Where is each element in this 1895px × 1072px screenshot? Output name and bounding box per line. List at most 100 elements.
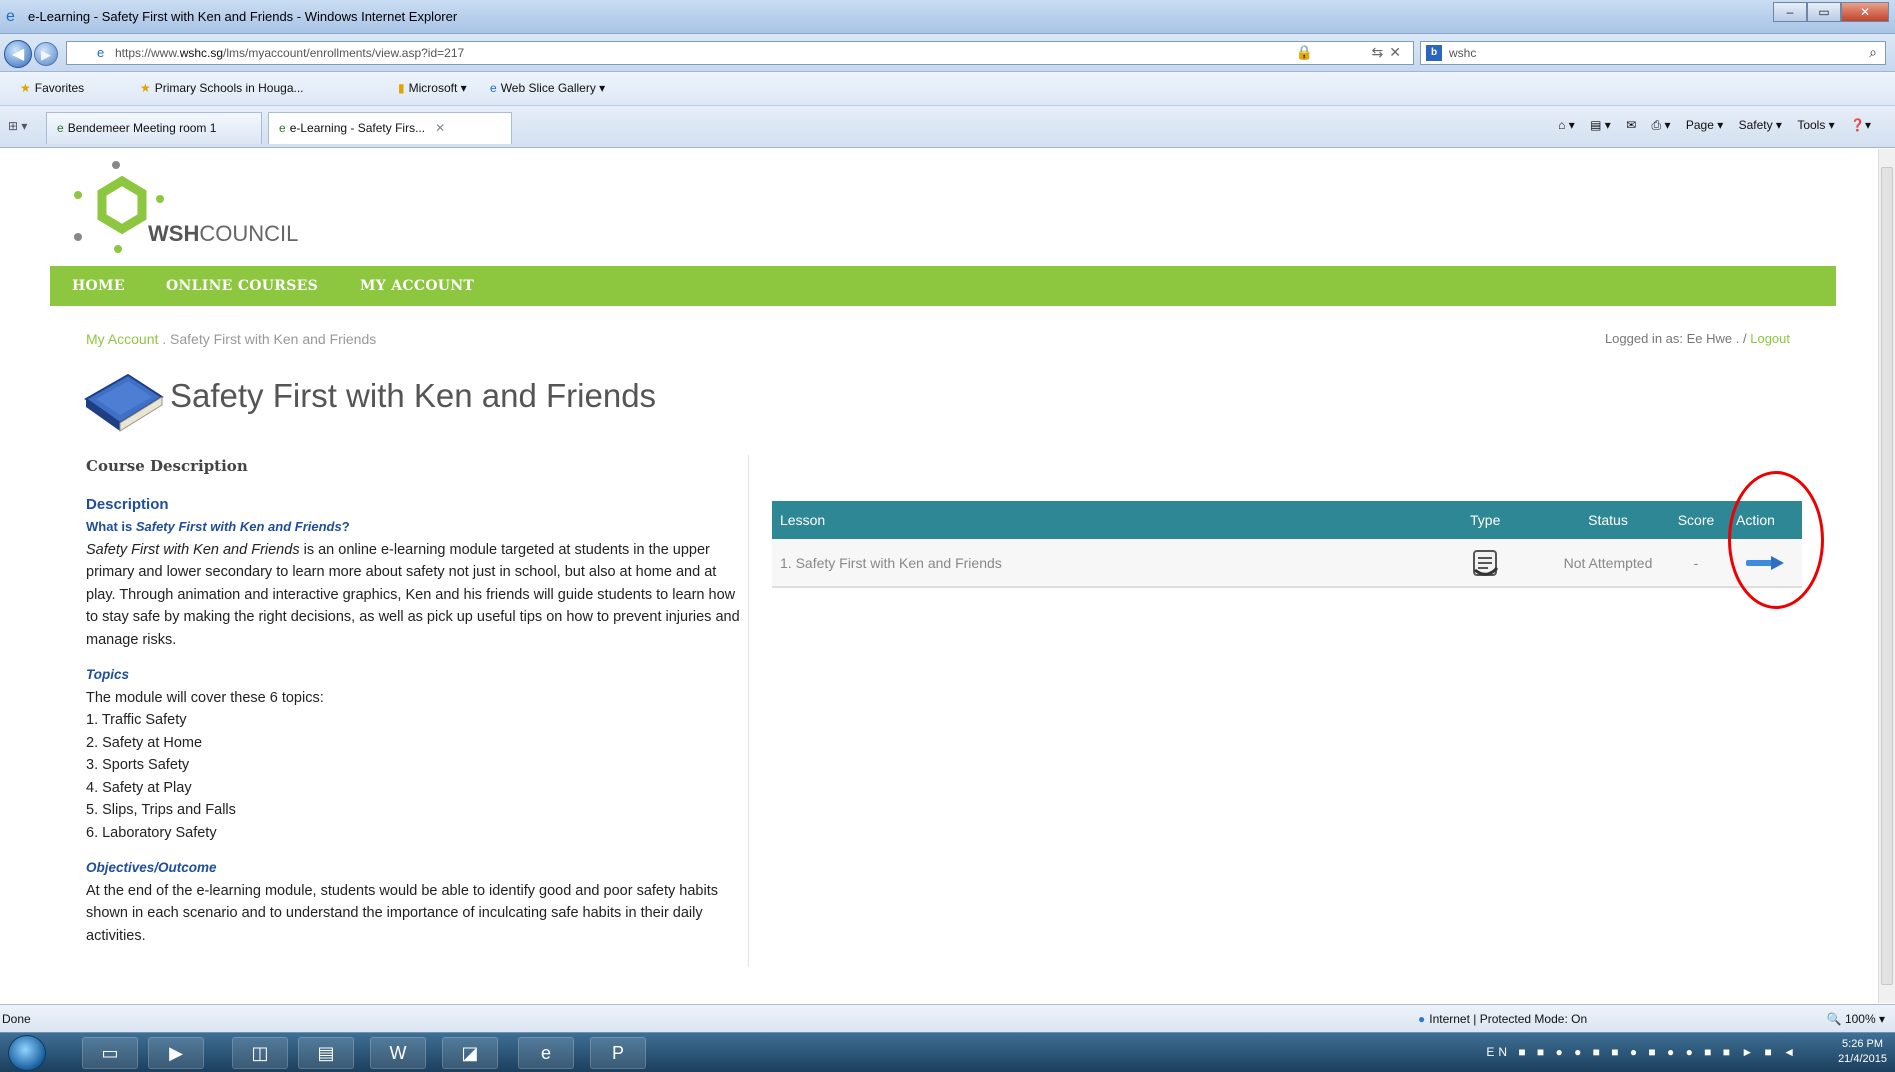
description-intro: Safety First with Ken and Friends is an … [86,541,740,648]
ie-taskbar-icon[interactable]: e [518,1037,574,1069]
header-type: Type [1462,501,1552,539]
course-description-title: Course Description [86,457,248,475]
logo-text: WSHCOUNCIL [148,221,299,246]
minimize-button[interactable]: – [1773,2,1807,22]
vertical-scrollbar[interactable] [1878,149,1895,1003]
nav-online-courses[interactable]: ONLINE COURSES [166,278,318,294]
address-tools-icons[interactable]: ⇆✕ [1372,44,1407,61]
search-box[interactable]: b wshc ⌕ [1420,41,1886,65]
tab-page-icon: e [57,121,64,135]
folder-icon: ▮ [398,81,405,95]
help-icon[interactable]: ❓▾ [1850,118,1871,132]
header-status: Status [1552,501,1664,539]
powerpoint-taskbar-icon[interactable]: P [590,1037,646,1069]
favorites-item-2[interactable]: ▮ Microsoft ▾ [398,81,467,95]
objectives-heading: Objectives/Outcome [86,860,217,875]
lesson-name: 1. Safety First with Ken and Friends [772,539,1462,588]
breadcrumb: My Account . Safety First with Ken and F… [86,331,377,347]
clock[interactable]: 5:26 PM 21/4/2015 [1838,1037,1887,1067]
tab-elearning[interactable]: e e-Learning - Safety Firs... ✕ [268,112,512,144]
back-button[interactable]: ◀ [4,40,32,68]
header-score: Score [1664,501,1728,539]
topics-heading: Topics [86,667,130,682]
lesson-score: - [1664,539,1728,588]
status-bar: Done ● Internet | Protected Mode: On 🔍 10… [0,1004,1895,1032]
page-icon: e [97,45,105,60]
favorites-bar: ★ Favorites ★ Primary Schools in Houga... … [0,72,1895,106]
app-taskbar-icon[interactable]: ◫ [232,1037,288,1069]
logout-link[interactable]: Logout [1750,331,1790,346]
favorites-item-1[interactable]: ★ Primary Schools in Houga... [140,81,304,95]
globe-icon: ● [1418,1012,1426,1026]
search-provider-icon: b [1426,45,1442,61]
highlight-circle [1728,471,1824,609]
course-description: Course Description Description What is S… [86,455,746,947]
page-title: Safety First with Ken and Friends [170,377,657,414]
explorer-taskbar-icon[interactable]: ▭ [82,1037,138,1069]
forward-button[interactable]: ▶ [34,42,58,66]
taskbar: ▭ ▶ ◫ ▤ W ◪ e P EN ■ ■ ● ● ■ ■ ● ■ ● ● ■… [0,1032,1895,1072]
breadcrumb-my-account[interactable]: My Account [86,331,158,347]
status-text: Done [2,1012,31,1026]
logged-in-info: Logged in as: Ee Hwe . / Logout [1604,331,1790,346]
print-icon[interactable]: ⎙ ▾ [1652,118,1671,132]
address-bar[interactable]: e https://www.wshc.sg/lms/myaccount/enro… [66,41,1414,65]
address-url[interactable]: https://www.wshc.sg/lms/myaccount/enroll… [115,46,464,60]
word-taskbar-icon[interactable]: W [370,1037,426,1069]
search-icon[interactable]: ⌕ [1869,44,1877,61]
window-titlebar: e e-Learning - Safety First with Ken and… [0,0,1895,34]
scrollbar-thumb[interactable] [1881,167,1893,985]
system-tray[interactable]: EN ■ ■ ● ● ■ ■ ● ■ ● ● ■ ■ ► ■ ◄ [1486,1045,1799,1059]
maximize-button[interactable]: ▭ [1807,2,1841,22]
nav-home[interactable]: HOME [72,278,125,294]
close-tab-icon[interactable]: ✕ [435,121,445,135]
tab-row: ⊞ ▾ e Bendemeer Meeting room 1 e e-Learnin… [0,106,1895,148]
app2-taskbar-icon[interactable]: ◪ [442,1037,498,1069]
topic-item: 2. Safety at Home [86,734,203,751]
security-zone[interactable]: ● Internet | Protected Mode: On [1418,1012,1587,1026]
media-player-taskbar-icon[interactable]: ▶ [148,1037,204,1069]
safety-menu[interactable]: Safety ▾ [1739,118,1782,132]
topics-intro: The module will cover these 6 topics: [86,689,324,706]
lock-icon[interactable]: 🔒 [1296,44,1313,61]
folder-taskbar-icon[interactable]: ▤ [298,1037,354,1069]
book-icon [84,373,164,432]
window-controls: – ▭ ✕ [1773,2,1889,22]
main-nav: HOME ONLINE COURSES MY ACCOUNT [50,266,1836,306]
close-window-button[interactable]: ✕ [1841,2,1889,22]
mail-icon[interactable]: ✉ [1626,118,1636,132]
quick-tabs-icon[interactable]: ⊞ ▾ [8,119,27,133]
address-row: ◀ ▶ e https://www.wshc.sg/lms/myaccount/… [0,34,1895,72]
header-lesson: Lesson [772,501,1462,539]
tab-page-icon: e [279,121,286,135]
web-slice-icon: e [490,81,497,95]
objectives-text: At the end of the e-learning module, stu… [86,882,718,944]
table-row: 1. Safety First with Ken and Friends Not… [772,539,1802,588]
window-title: e-Learning - Safety First with Ken and F… [28,9,458,24]
nav-my-account[interactable]: MY ACCOUNT [360,278,474,294]
search-input[interactable]: wshc [1449,46,1476,60]
topic-item: 5. Slips, Trips and Falls [86,802,236,818]
ie-icon: e [6,8,15,25]
star-icon: ★ [20,81,31,95]
zoom-level[interactable]: 🔍 100% ▾ [1827,1012,1885,1026]
description-question: What is Safety First with Ken and Friend… [86,519,350,534]
lesson-status: Not Attempted [1552,539,1664,588]
command-bar: ⌂ ▾ ▤ ▾ ✉ ⎙ ▾ Page ▾ Safety ▾ Tools ▾ ❓▾ [1546,118,1871,133]
star-add-icon: ★ [140,81,151,95]
favorites-button[interactable]: ★ Favorites [20,81,84,95]
page-menu[interactable]: Page ▾ [1686,118,1723,132]
lesson-table: Lesson Type Status Score Action 1. Safet… [772,501,1802,588]
topic-item: 1. Traffic Safety [86,712,187,728]
topic-item: 6. Laboratory Safety [86,824,217,841]
start-button[interactable] [8,1035,46,1071]
web-page: WSHCOUNCIL HOME ONLINE COURSES MY ACCOUN… [0,149,1878,1003]
tab-bendemeer[interactable]: e Bendemeer Meeting room 1 [46,112,262,144]
breadcrumb-current: Safety First with Ken and Friends [170,331,377,347]
feeds-icon[interactable]: ▤ ▾ [1590,118,1611,132]
home-icon[interactable]: ⌂ ▾ [1558,118,1575,132]
tools-menu[interactable]: Tools ▾ [1797,118,1834,132]
topic-item: 4. Safety at Play [86,779,192,796]
favorites-item-3[interactable]: e Web Slice Gallery ▾ [490,81,605,95]
description-heading: Description [86,495,169,513]
